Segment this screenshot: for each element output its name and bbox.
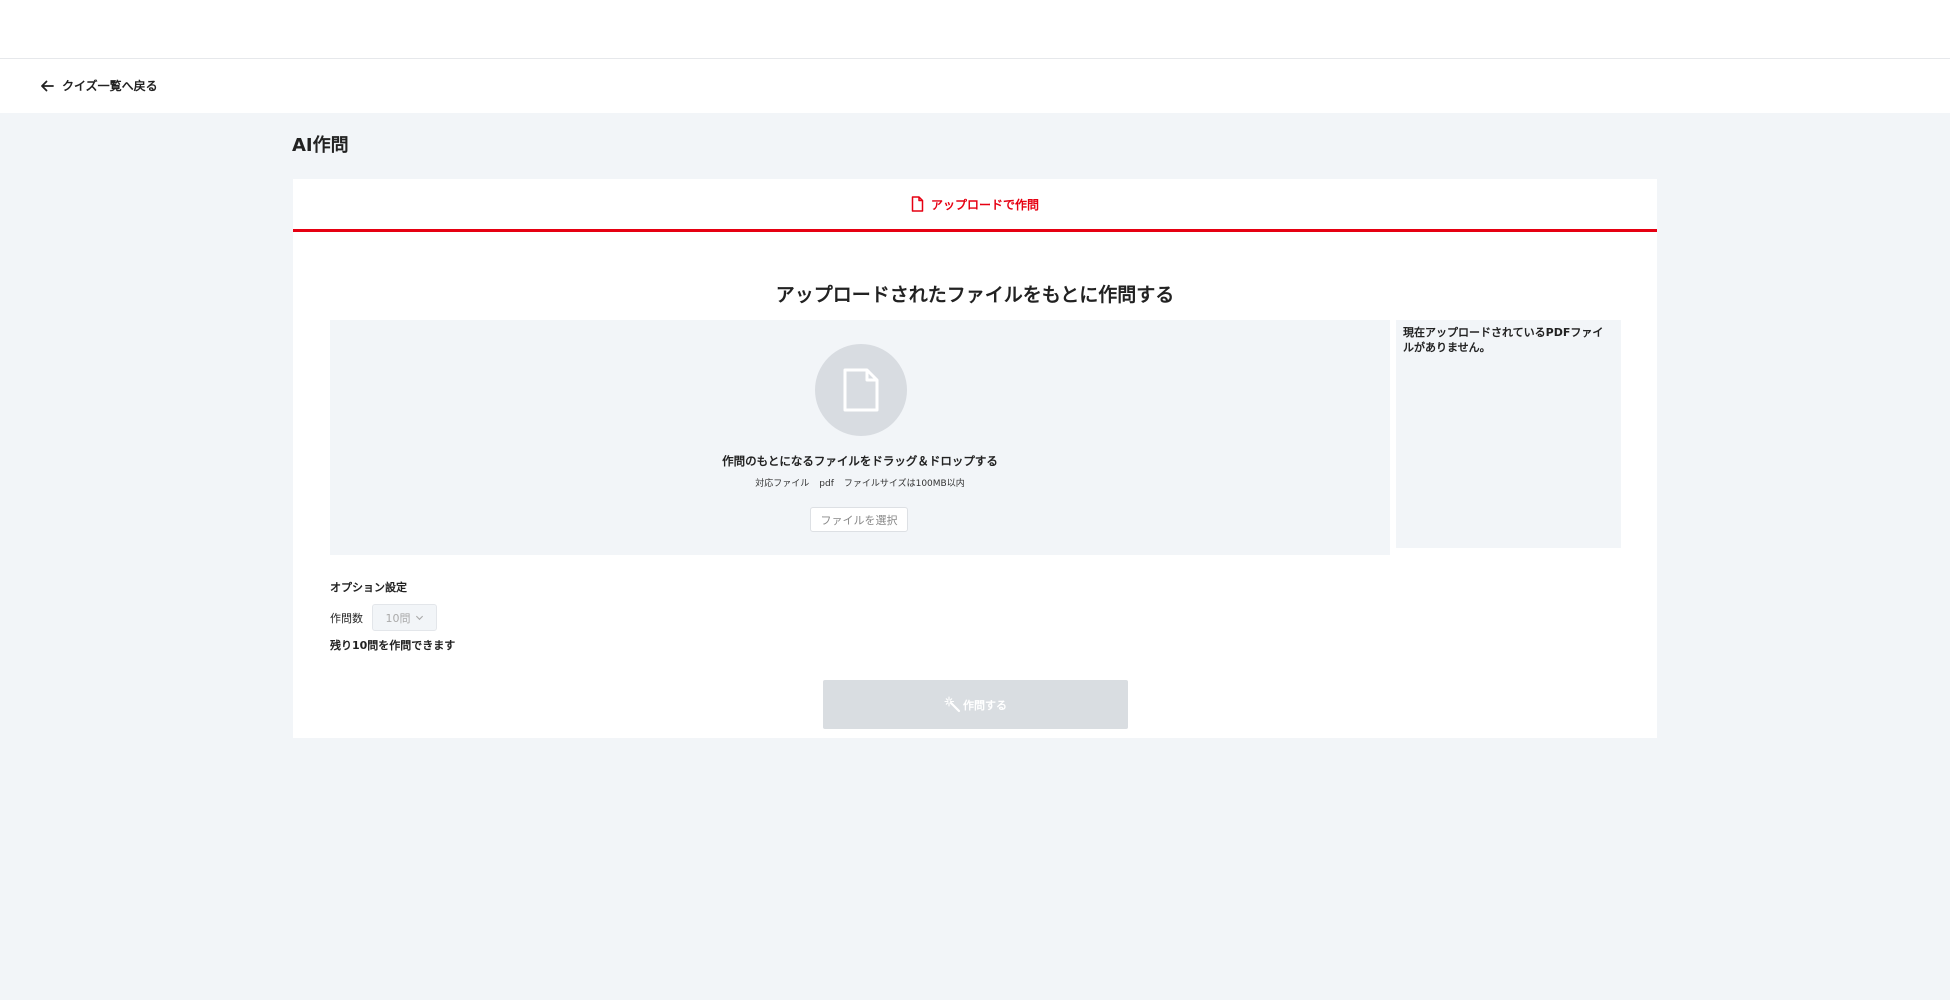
arrow-left-icon [41, 80, 54, 91]
supported-label: 対応ファイル [755, 479, 810, 489]
file-icon-circle [815, 344, 907, 436]
question-count-select[interactable]: 10問 [372, 604, 437, 631]
generate-button-label: 作問する [963, 698, 1007, 712]
remaining-count: 残り10問を作問できます [330, 639, 456, 652]
document-icon [911, 196, 924, 212]
magic-wand-icon [944, 696, 961, 713]
question-count-label: 作問数 [330, 611, 363, 625]
page-title: AI作問 [292, 135, 349, 156]
tab-upload-label: アップロードで作問 [930, 197, 1039, 212]
file-dropzone[interactable]: 作問のもとになるファイルをドラッグ＆ドロップする 対応ファイル pdf ファイルサイ… [330, 320, 1390, 555]
size-limit: ファイルサイズは100MB以内 [843, 479, 965, 489]
drop-instruction: 作問のもとになるファイルをドラッグ＆ドロップする [722, 454, 998, 468]
file-requirements: 対応ファイル pdf ファイルサイズは100MB以内 [330, 476, 1390, 489]
back-to-quiz-list-link[interactable]: クイズ一覧へ戻る [39, 77, 158, 94]
upload-heading: アップロードされたファイルをもとに作問する [775, 284, 1175, 306]
question-count-value: 10問 [385, 611, 411, 625]
chevron-down-icon [415, 615, 423, 621]
top-header [0, 0, 1950, 59]
file-icon [843, 368, 879, 412]
ai-question-card: アップロードで作問 アップロードされたファイルをもとに作問する 作問のもとになる… [293, 179, 1657, 738]
options-title: オプション設定 [330, 581, 407, 594]
uploaded-empty-message: 現在アップロードされているPDFファイルがありません。 [1403, 326, 1604, 354]
generate-button[interactable]: 作問する [823, 680, 1128, 729]
back-bar: クイズ一覧へ戻る [0, 59, 1950, 113]
tab-upload[interactable]: アップロードで作問 [293, 179, 1657, 232]
uploaded-files-panel: 現在アップロードされているPDFファイルがありません。 [1396, 320, 1621, 548]
question-count-row: 作問数 10問 [330, 604, 437, 631]
supported-type: pdf [819, 479, 834, 489]
select-file-button[interactable]: ファイルを選択 [810, 507, 908, 532]
back-link-label: クイズ一覧へ戻る [62, 79, 158, 93]
